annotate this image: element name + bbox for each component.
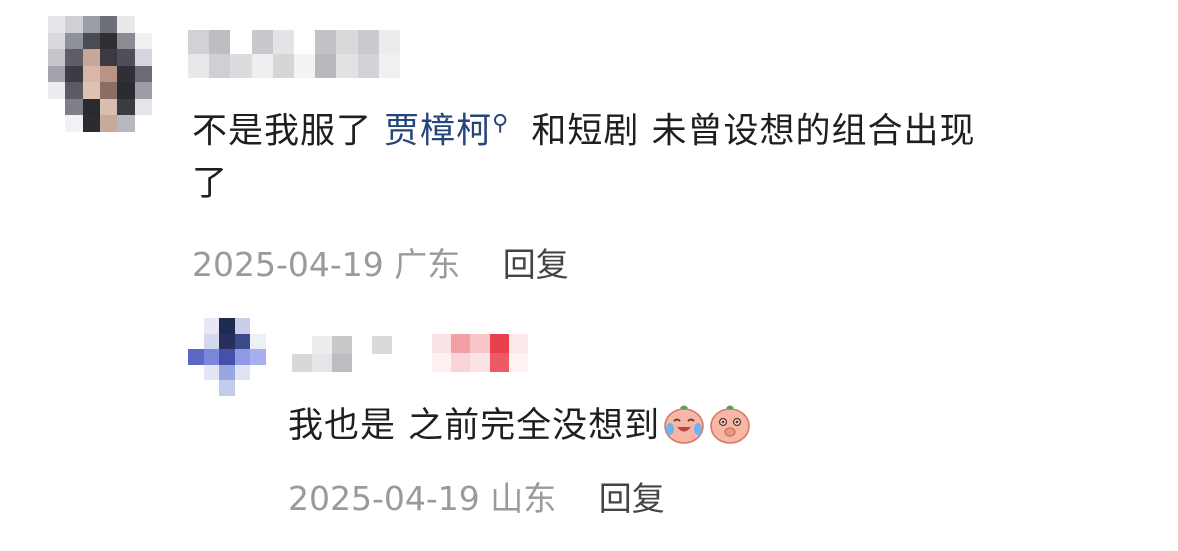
mention-link[interactable]: 贾樟柯 xyxy=(384,112,492,152)
reply-body: 我也是 之前完全没想到 xyxy=(288,400,752,452)
comment-text-end: 和短剧 未曾设想的组合出现 xyxy=(519,111,976,152)
reply-meta: 2025-04-19 山东 回复 xyxy=(288,472,665,520)
reply-location: 山东 xyxy=(490,479,557,518)
username[interactable] xyxy=(188,30,400,78)
username[interactable] xyxy=(292,336,392,372)
search-icon[interactable]: ⚲ xyxy=(492,111,509,136)
reply-text: 我也是 之前完全没想到 xyxy=(288,406,661,446)
comment-text-line2: 了 xyxy=(192,163,229,204)
user-badge xyxy=(432,334,528,372)
comment-meta: 2025-04-19 广东 回复 xyxy=(192,238,569,286)
comment-location: 广东 xyxy=(394,245,461,284)
comment-body: 不是我服了 贾樟柯⚲ 和短剧 未曾设想的组合出现 了 xyxy=(192,98,1152,210)
shy-peach-emoji xyxy=(710,405,750,444)
crying-laughing-peach-emoji xyxy=(664,405,704,444)
avatar[interactable] xyxy=(48,16,152,132)
comment-text-start: 不是我服了 xyxy=(192,111,385,152)
reply-date: 2025-04-19 xyxy=(288,479,480,518)
reply-button[interactable]: 回复 xyxy=(599,479,665,518)
reply-button[interactable]: 回复 xyxy=(503,245,569,284)
avatar[interactable] xyxy=(188,318,266,396)
comment-date: 2025-04-19 xyxy=(192,245,384,284)
